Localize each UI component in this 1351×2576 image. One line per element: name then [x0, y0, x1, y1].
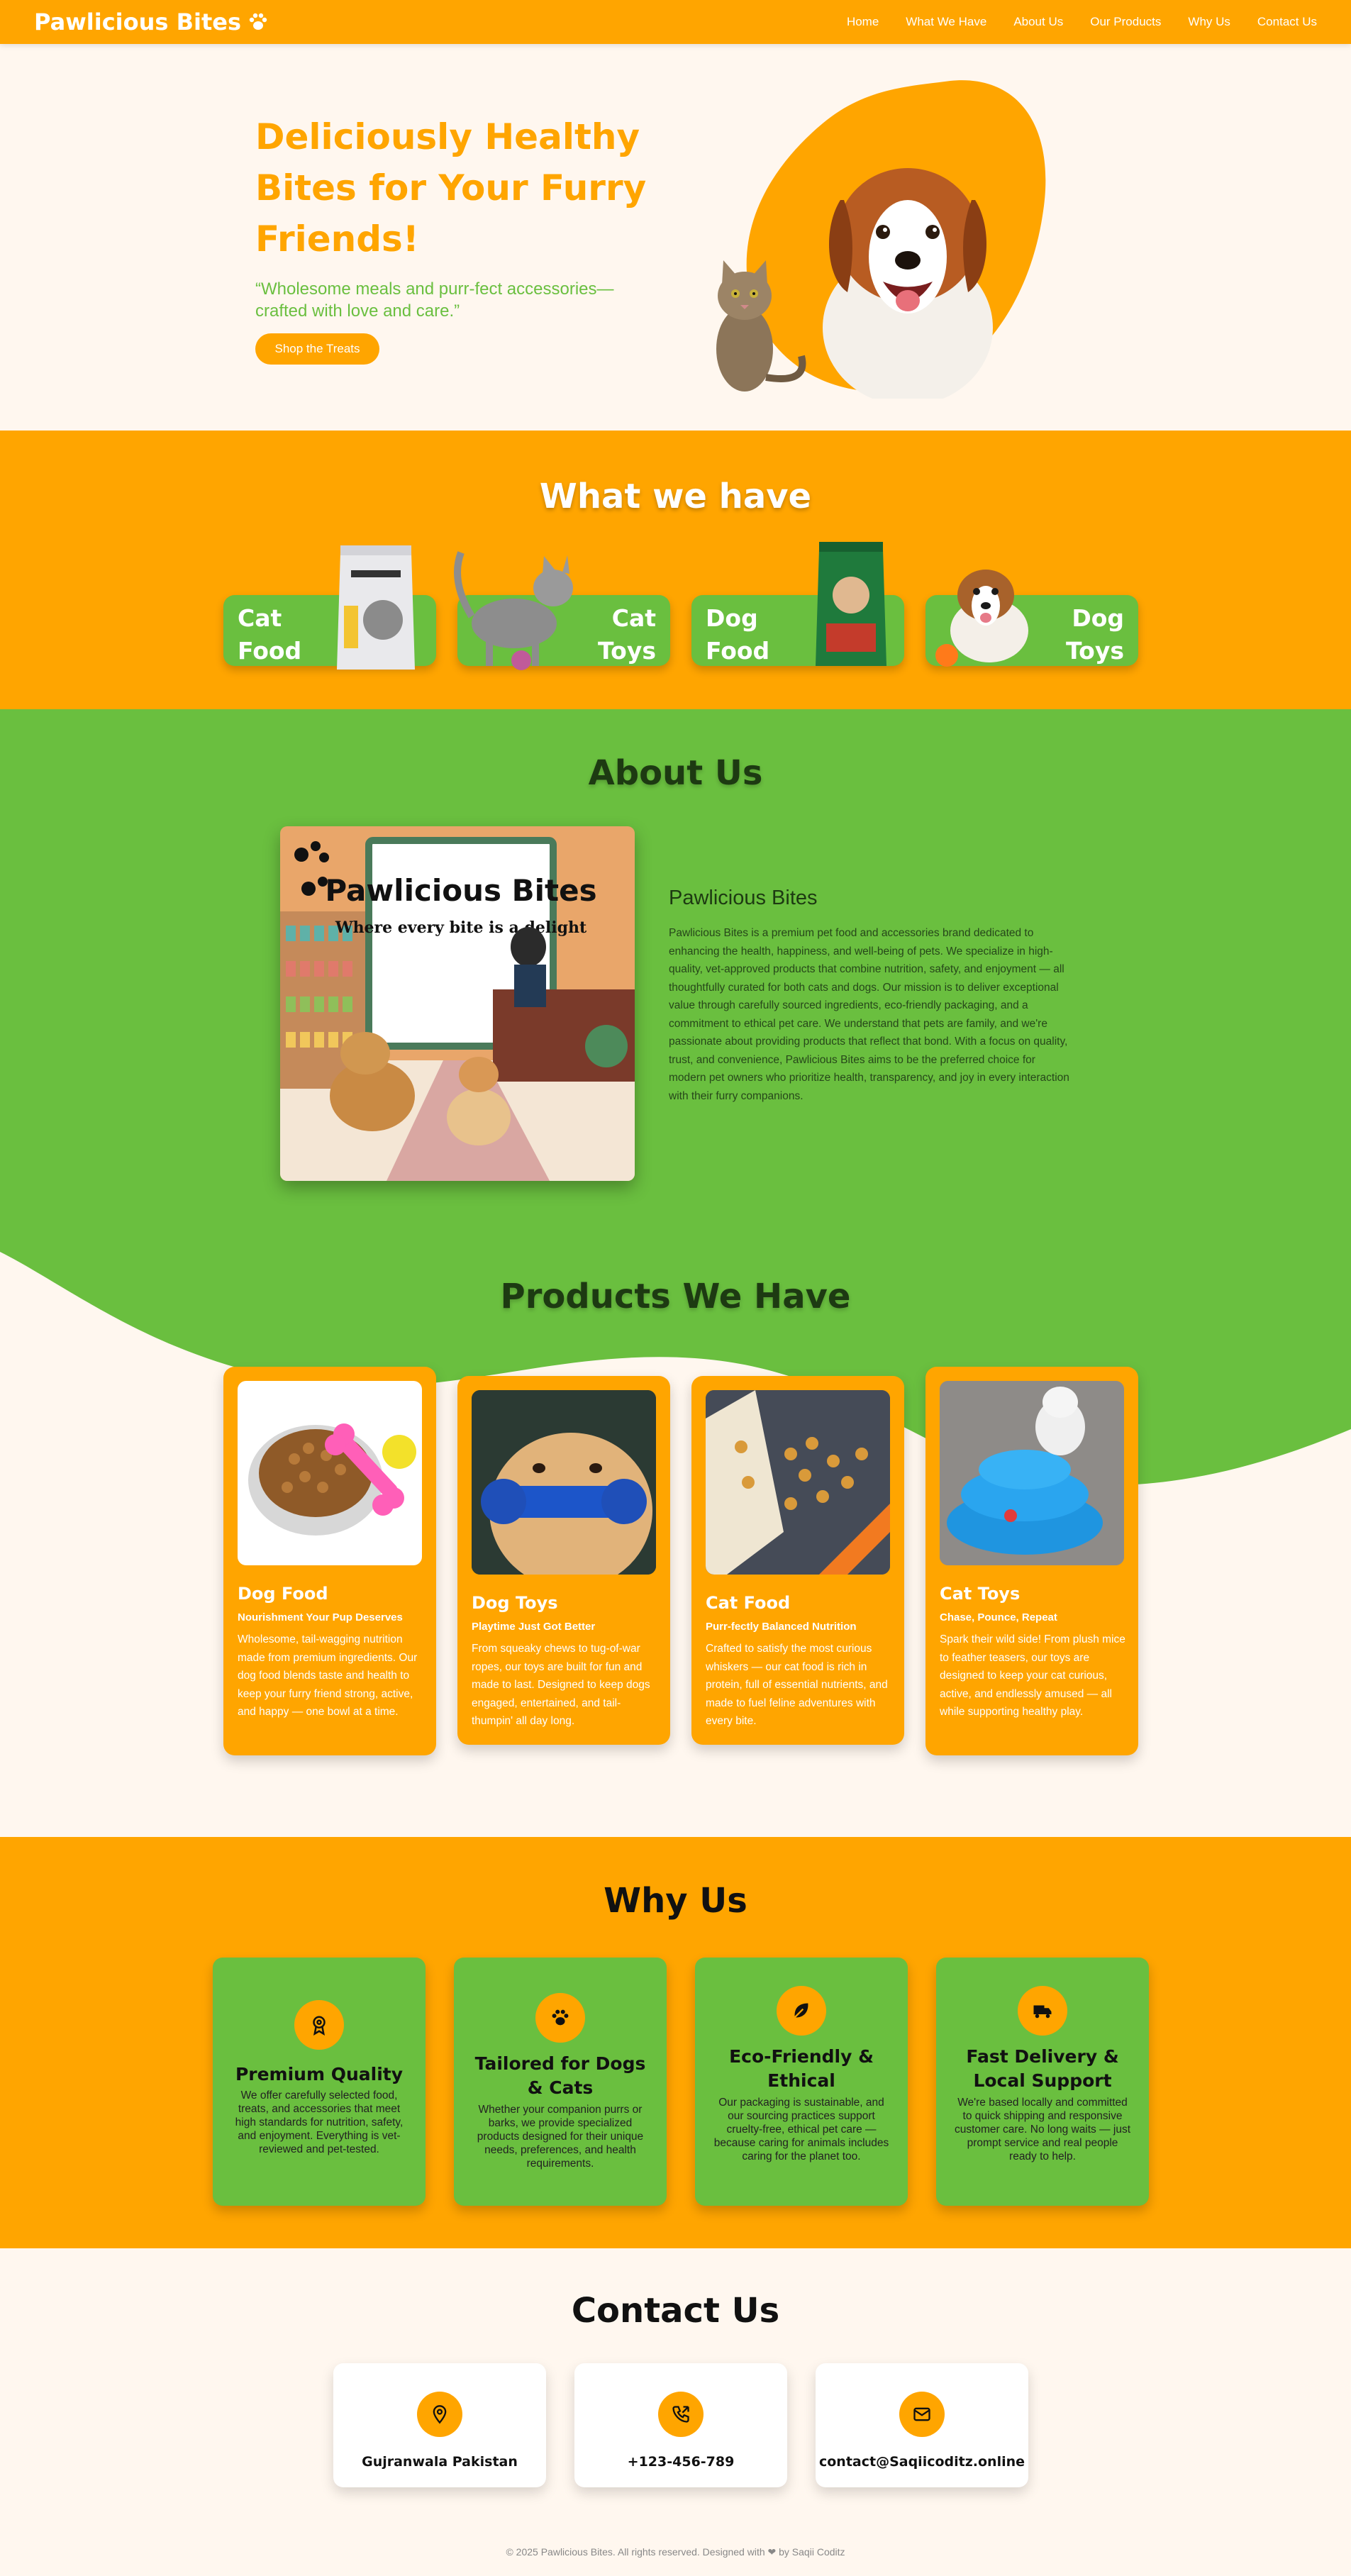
- contact-card-location: Gujranwala Pakistan: [333, 2363, 546, 2487]
- contact-phone-text[interactable]: +123-456-789: [574, 2454, 787, 2470]
- nav-why-us[interactable]: Why Us: [1188, 15, 1230, 29]
- category-cat-toys[interactable]: Cat Toys: [454, 551, 670, 670]
- contact-card-phone[interactable]: +123-456-789: [574, 2363, 787, 2487]
- nav-links: Home What We Have About Us Our Products …: [847, 15, 1317, 29]
- what-we-have-title: What we have: [539, 477, 812, 516]
- why-us-title: Why Us: [604, 1881, 747, 1921]
- section-wave-divider: [0, 1206, 1351, 1489]
- why-card-title: Tailored for Dogs & Cats: [474, 2053, 646, 2098]
- why-card-premium-quality: Premium Quality We offer carefully selec…: [213, 1958, 426, 2206]
- about-store-image: Pawlicious Bites Where every bite is a d…: [280, 826, 635, 1181]
- category-dog-food[interactable]: Dog Food: [691, 542, 904, 666]
- category-label: Cat Toys: [598, 604, 656, 665]
- product-tagline: Purr-fectly Balanced Nutrition: [706, 1621, 857, 1633]
- brand-name: Pawlicious Bites: [34, 9, 241, 35]
- hero-title: Deliciously Healthy Bites for Your Furry…: [255, 116, 647, 260]
- product-description: Spark their wild side! From plush mice t…: [940, 1633, 1125, 1718]
- category-cat-food[interactable]: Cat Food: [223, 545, 436, 670]
- why-us-section: Why Us Premium Quality We offer carefull…: [0, 1837, 1351, 2248]
- truck-icon: [1018, 1986, 1067, 2036]
- paw-icon: [535, 1993, 585, 2043]
- why-card-tailored: Tailored for Dogs & Cats Whether your co…: [454, 1958, 667, 2206]
- hero-section: Deliciously Healthy Bites for Your Furry…: [0, 44, 1351, 431]
- what-we-have-section: What we have CatFood CatToys DogFood: [0, 431, 1351, 709]
- cat-food-bag-image: [337, 545, 415, 670]
- nav-about-us[interactable]: About Us: [1013, 15, 1063, 29]
- footer-copyright: © 2025 Pawlicious Bites. All rights rese…: [506, 2546, 845, 2558]
- category-label: Cat Food: [238, 604, 302, 665]
- category-dog-toys[interactable]: Dog Toys: [925, 570, 1138, 667]
- product-tagline: Playtime Just Got Better: [472, 1621, 596, 1633]
- about-description: Pawlicious Bites is a premium pet food a…: [669, 927, 1069, 1102]
- poster-brand-text: Pawlicious Bites: [325, 873, 596, 908]
- nav-home[interactable]: Home: [847, 15, 879, 29]
- cat-track-toy-image: [940, 1381, 1124, 1565]
- why-card-text: We're based locally and committed to qui…: [954, 2097, 1131, 2163]
- poster-tagline-text: Where every bite is a delight: [335, 918, 587, 937]
- product-description: Crafted to satisfy the most curious whis…: [706, 1643, 888, 1727]
- about-section: About Us Pawlicious Bites Where every bi…: [0, 709, 1351, 1262]
- dog-food-bag-image: [816, 542, 886, 666]
- product-name: Cat Food: [706, 1593, 791, 1613]
- nav-our-products[interactable]: Our Products: [1090, 15, 1161, 29]
- why-card-title: Fast Delivery & Local Support: [966, 2046, 1119, 2091]
- puppy-image: [935, 570, 1028, 667]
- cat-food-kibble-image: [706, 1390, 890, 1575]
- about-heading: Pawlicious Bites: [669, 887, 818, 909]
- nav-what-we-have[interactable]: What We Have: [906, 15, 986, 29]
- contact-location-text: Gujranwala Pakistan: [362, 2454, 518, 2470]
- location-icon: [417, 2392, 462, 2437]
- product-tagline: Chase, Pounce, Repeat: [940, 1611, 1057, 1623]
- why-card-fast-delivery: Fast Delivery & Local Support We're base…: [936, 1958, 1149, 2206]
- award-icon: [294, 2000, 344, 2050]
- hero-pets-image: [716, 168, 993, 399]
- phone-icon: [658, 2392, 704, 2437]
- product-description: From squeaky chews to tug-of-war ropes, …: [472, 1643, 650, 1727]
- why-card-text: Whether your companion purrs or barks, w…: [477, 2104, 644, 2170]
- nav-contact-us[interactable]: Contact Us: [1257, 15, 1317, 29]
- contact-email-text[interactable]: contact@Saqiicoditz.online: [816, 2454, 1028, 2470]
- dog-chewing-toy-image: [472, 1390, 656, 1575]
- product-card-cat-food[interactable]: Cat Food Purr-fectly Balanced Nutrition …: [691, 1376, 904, 1745]
- hero-subtitle: “Wholesome meals and purr-fect accessori…: [255, 279, 614, 321]
- category-label: Dog Food: [706, 604, 770, 665]
- mail-icon: [899, 2392, 945, 2437]
- product-name: Dog Food: [238, 1584, 328, 1604]
- why-card-text: Our packaging is sustainable, and our so…: [713, 2097, 889, 2163]
- kitten-image: [454, 551, 573, 670]
- shop-treats-button[interactable]: Shop the Treats: [255, 333, 379, 365]
- brand-logo[interactable]: Pawlicious Bites: [34, 9, 269, 35]
- why-card-title: Premium Quality: [235, 2064, 404, 2084]
- paw-icon: [249, 13, 267, 30]
- category-label: Dog Toys: [1066, 604, 1124, 665]
- about-title: About Us: [588, 753, 763, 793]
- contact-card-email[interactable]: contact@Saqiicoditz.online: [816, 2363, 1028, 2487]
- contact-title: Contact Us: [571, 2291, 780, 2331]
- navbar: Pawlicious Bites Home What We Have About…: [0, 0, 1351, 44]
- product-card-cat-toys[interactable]: Cat Toys Chase, Pounce, Repeat Spark the…: [925, 1367, 1138, 1755]
- products-title: Products We Have: [500, 1277, 851, 1316]
- product-card-dog-food[interactable]: Dog Food Nourishment Your Pup Deserves W…: [223, 1367, 436, 1755]
- dog-food-bowl-image: [238, 1381, 422, 1565]
- product-description: Wholesome, tail-wagging nutrition made f…: [238, 1633, 418, 1718]
- why-card-title: Eco-Friendly & Ethical: [729, 2046, 874, 2091]
- product-name: Cat Toys: [940, 1584, 1021, 1604]
- product-tagline: Nourishment Your Pup Deserves: [238, 1611, 403, 1623]
- leaf-icon: [777, 1986, 826, 2036]
- product-name: Dog Toys: [472, 1593, 558, 1613]
- why-card-text: We offer carefully selected food, treats…: [235, 2089, 404, 2155]
- why-card-eco-friendly: Eco-Friendly & Ethical Our packaging is …: [695, 1958, 908, 2206]
- product-card-dog-toys[interactable]: Dog Toys Playtime Just Got Better From s…: [457, 1376, 670, 1745]
